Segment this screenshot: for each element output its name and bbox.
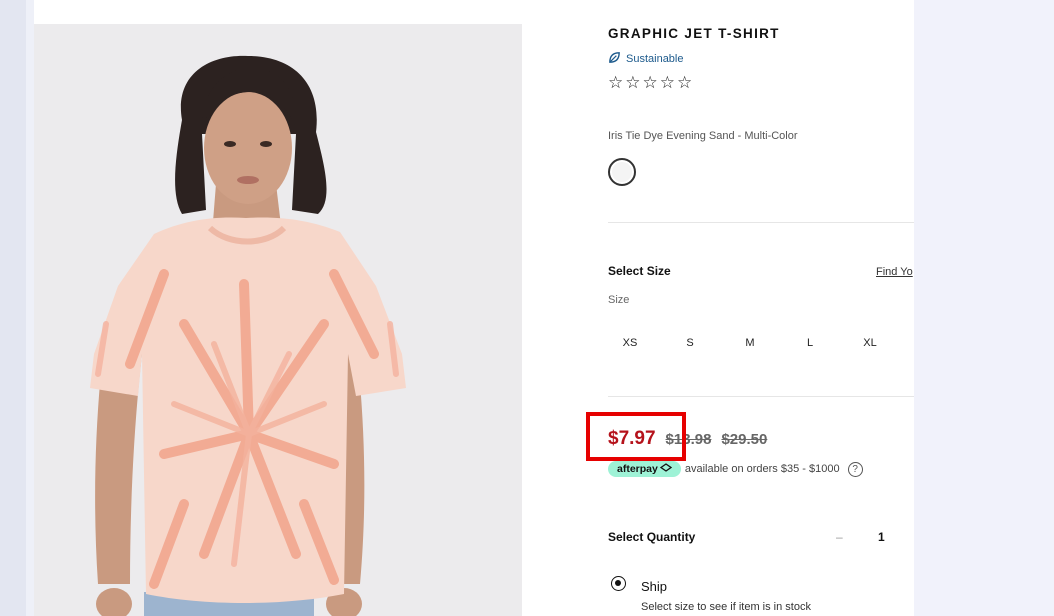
sustainable-label: Sustainable (626, 53, 684, 65)
quantity-decrease-button[interactable]: – (836, 530, 843, 544)
divider (608, 396, 914, 397)
page-edge (26, 0, 34, 616)
find-your-size-link[interactable]: Find Yo (876, 266, 913, 278)
size-options: XS S M L XL (600, 330, 900, 356)
size-label: Size (608, 294, 630, 306)
product-title: GRAPHIC JET T-SHIRT (608, 26, 780, 41)
product-image[interactable] (34, 24, 522, 616)
afterpay-logo-text: afterpay (617, 463, 658, 475)
right-background (914, 0, 1054, 616)
select-size-heading: Select Size (608, 264, 671, 278)
ship-radio[interactable] (611, 576, 626, 591)
star-icon: ☆ (659, 73, 675, 92)
ship-stock-note: Select size to see if item is in stock (641, 601, 811, 613)
afterpay-row: afterpay available on orders $35 - $1000… (608, 461, 863, 477)
help-icon[interactable]: ? (847, 461, 863, 477)
size-option-l[interactable]: L (780, 330, 840, 356)
afterpay-info-text: available on orders $35 - $1000 (684, 463, 840, 475)
price-highlight-box (586, 412, 686, 461)
ship-label: Ship (641, 579, 668, 594)
afterpay-badge: afterpay (608, 461, 681, 477)
star-icon: ☆ (642, 73, 658, 92)
original-price: $29.50 (721, 431, 768, 448)
select-quantity-heading: Select Quantity (608, 530, 696, 544)
leaf-icon (608, 51, 621, 67)
color-name: Iris Tie Dye Evening Sand - Multi-Color (608, 130, 798, 142)
divider (608, 222, 914, 223)
color-swatch[interactable] (608, 158, 636, 186)
size-option-m[interactable]: M (720, 330, 780, 356)
left-background (0, 0, 26, 616)
rating-stars[interactable]: ☆ ☆ ☆ ☆ ☆ (608, 74, 692, 91)
size-option-xl[interactable]: XL (840, 330, 900, 356)
quantity-value: 1 (878, 530, 885, 544)
product-page: GRAPHIC JET T-SHIRT Sustainable ☆ ☆ ☆ ☆ … (26, 0, 914, 616)
sustainable-badge[interactable]: Sustainable (608, 51, 684, 67)
size-option-xs[interactable]: XS (600, 330, 660, 356)
star-icon: ☆ (608, 73, 624, 92)
star-icon: ☆ (625, 73, 641, 92)
star-icon: ☆ (677, 73, 693, 92)
afterpay-arrows-icon (659, 463, 672, 475)
size-option-s[interactable]: S (660, 330, 720, 356)
